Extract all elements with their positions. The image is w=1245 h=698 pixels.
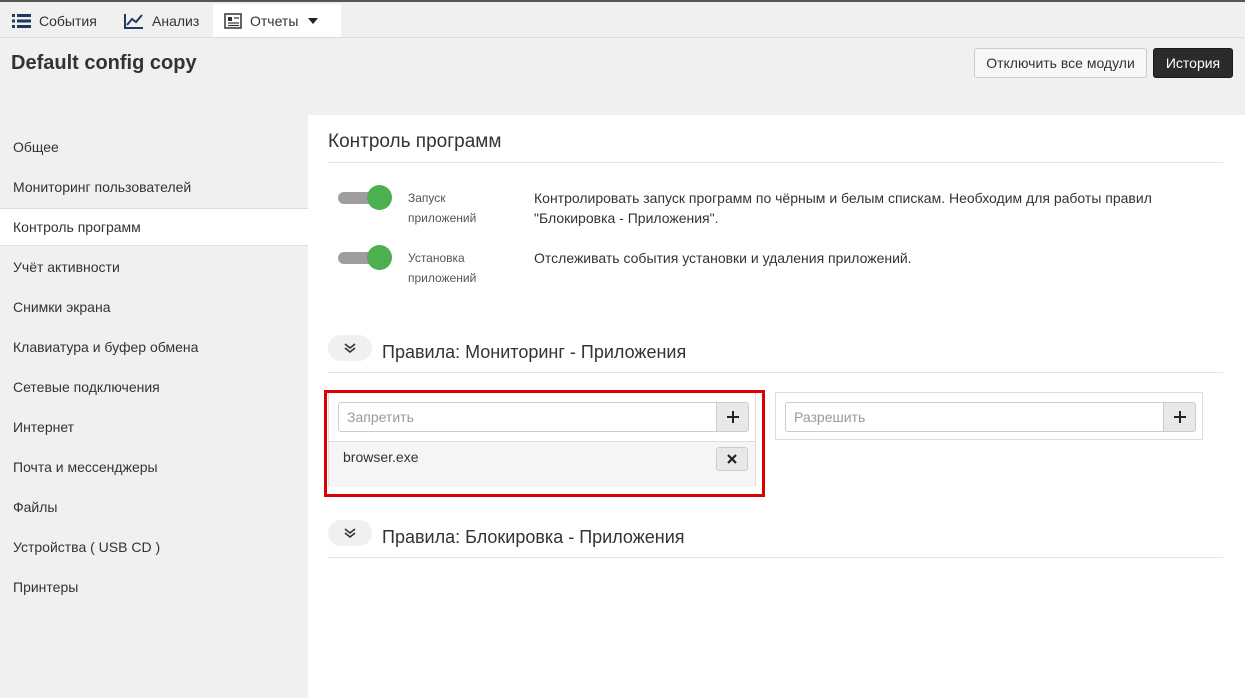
section-title: Контроль программ bbox=[328, 131, 502, 152]
tab-reports[interactable]: Отчеты bbox=[213, 4, 341, 37]
history-button[interactable]: История bbox=[1153, 48, 1233, 78]
tab-events-label: События bbox=[39, 12, 97, 29]
tab-events[interactable]: События bbox=[12, 4, 97, 37]
deny-add-button[interactable] bbox=[716, 402, 749, 432]
monitoring-rules-title: Правила: Мониторинг - Приложения bbox=[382, 342, 687, 362]
sidebar-item-internet[interactable]: Интернет bbox=[0, 408, 308, 446]
app-launch-description: Контролировать запуск программ по чёрным… bbox=[534, 190, 1152, 226]
deny-list-panel: browser.exe bbox=[328, 392, 756, 487]
app-launch-toggle[interactable] bbox=[338, 185, 392, 211]
deny-input-row bbox=[338, 402, 749, 432]
main-panel: Контроль программ Запуск приложений Конт… bbox=[308, 115, 1245, 698]
top-nav: События Анализ Отчеты bbox=[0, 0, 1245, 38]
sidebar-item-activity-tracking[interactable]: Учёт активности bbox=[0, 248, 308, 286]
plus-icon bbox=[726, 411, 739, 423]
divider bbox=[328, 162, 1223, 163]
double-chevron-down-icon bbox=[344, 343, 356, 353]
sidebar-item-user-monitoring[interactable]: Мониторинг пользователей bbox=[0, 168, 308, 206]
divider bbox=[328, 557, 1223, 558]
plus-icon bbox=[1173, 411, 1186, 423]
monitoring-rules-collapse-button[interactable] bbox=[328, 335, 372, 361]
sidebar: Общее Мониторинг пользователей Контроль … bbox=[0, 128, 308, 608]
toggle-knob bbox=[367, 185, 392, 210]
allow-input[interactable] bbox=[785, 402, 1163, 432]
remove-item-button[interactable] bbox=[716, 447, 748, 471]
tab-analysis[interactable]: Анализ bbox=[124, 4, 199, 37]
sidebar-item-screenshots[interactable]: Снимки экрана bbox=[0, 288, 308, 326]
sidebar-item-keyboard-clipboard[interactable]: Клавиатура и буфер обмена bbox=[0, 328, 308, 366]
page-title: Default config copy bbox=[11, 52, 197, 74]
sidebar-item-devices[interactable]: Устройства ( USB CD ) bbox=[0, 528, 308, 566]
list-icon bbox=[12, 13, 31, 28]
tab-analysis-label: Анализ bbox=[152, 12, 200, 29]
caret-down-icon bbox=[308, 17, 319, 24]
app-install-label: Установка приложений bbox=[408, 251, 477, 285]
deny-input[interactable] bbox=[338, 402, 716, 432]
sidebar-item-printers[interactable]: Принтеры bbox=[0, 568, 308, 606]
sidebar-item-files[interactable]: Файлы bbox=[0, 488, 308, 526]
double-chevron-down-icon bbox=[344, 528, 356, 538]
deny-list: browser.exe bbox=[329, 441, 755, 487]
tab-reports-label: Отчеты bbox=[250, 12, 299, 29]
blocking-rules-collapse-button[interactable] bbox=[328, 520, 372, 546]
sidebar-item-mail-messengers[interactable]: Почта и мессенджеры bbox=[0, 448, 308, 486]
blocking-rules-title: Правила: Блокировка - Приложения bbox=[382, 527, 685, 547]
list-item: browser.exe bbox=[343, 449, 419, 465]
sidebar-item-general[interactable]: Общее bbox=[0, 128, 308, 166]
allow-list-panel bbox=[775, 392, 1203, 440]
sidebar-item-program-control[interactable]: Контроль программ bbox=[0, 208, 308, 246]
allow-input-row bbox=[785, 402, 1196, 432]
app-launch-label: Запуск приложений bbox=[408, 191, 477, 225]
app-install-toggle[interactable] bbox=[338, 245, 392, 271]
divider bbox=[328, 372, 1223, 373]
allow-add-button[interactable] bbox=[1163, 402, 1196, 432]
line-chart-icon bbox=[124, 13, 143, 29]
toggle-knob bbox=[367, 245, 392, 270]
app-install-description: Отслеживать события установки и удаления… bbox=[534, 250, 912, 266]
close-icon bbox=[727, 454, 737, 464]
report-icon bbox=[224, 12, 242, 29]
disable-all-modules-button[interactable]: Отключить все модули bbox=[974, 48, 1147, 78]
sidebar-item-network[interactable]: Сетевые подключения bbox=[0, 368, 308, 406]
